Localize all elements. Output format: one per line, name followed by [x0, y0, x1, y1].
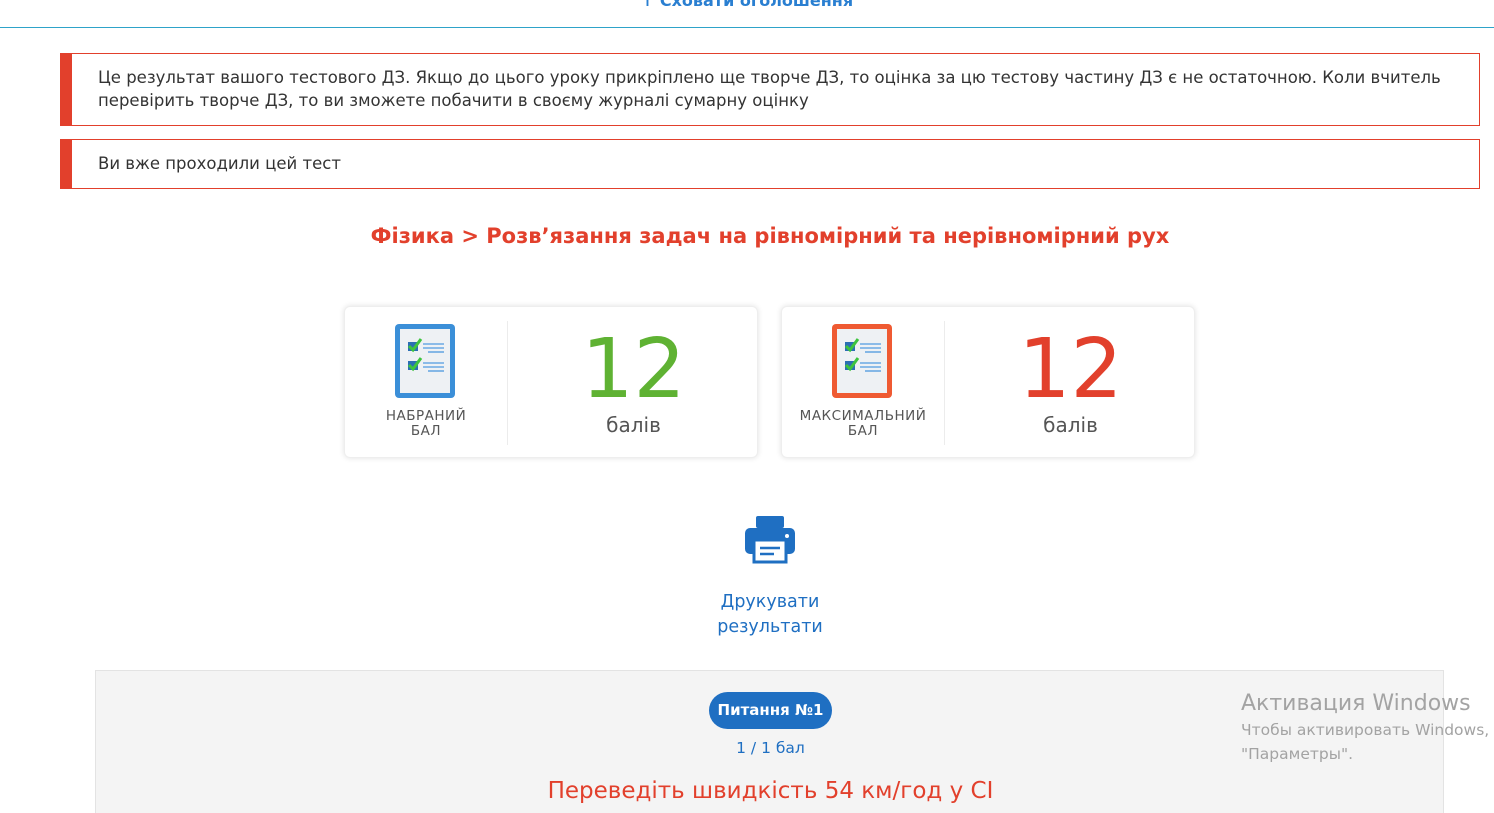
alert-text: Ви вже проходили цей тест: [98, 154, 341, 173]
score-label: МАКСИМАЛЬНИЙ БАЛ: [799, 408, 927, 439]
checklist-red-icon: [832, 324, 892, 398]
score-label: НАБРАНИЙ БАЛ: [385, 408, 467, 439]
score-value: 12: [1018, 322, 1123, 417]
score-value-column: 12 балів: [508, 307, 759, 459]
earned-score-card: НАБРАНИЙ БАЛ 12 балів: [344, 306, 758, 458]
print-results-button[interactable]: Друкувати результати: [700, 510, 840, 640]
alert-text: Це результат вашого тестового ДЗ. Якщо д…: [98, 68, 1441, 110]
watermark-line: "Параметры".: [1241, 745, 1354, 763]
question-number-badge: Питання №1: [709, 692, 832, 729]
print-results-label: Друкувати результати: [717, 592, 823, 637]
checklist-blue-icon: [395, 324, 455, 398]
page-title: Фізика > Розв’язання задач на рівномірни…: [370, 224, 1170, 248]
windows-activation-watermark: Активация Windows Чтобы активировать Win…: [1241, 690, 1494, 766]
question-text: Переведіть швидкість 54 км/год у СІ: [547, 778, 994, 804]
top-strip: ↑ Сховати оголошення: [0, 0, 1494, 28]
score-value: 12: [581, 322, 686, 417]
score-value-column: 12 балів: [945, 307, 1196, 459]
score-icon-column: МАКСИМАЛЬНИЙ БАЛ: [782, 307, 944, 459]
max-score-card: МАКСИМАЛЬНИЙ БАЛ 12 балів: [781, 306, 1195, 458]
watermark-title: Активация Windows: [1241, 691, 1471, 716]
alert-homework-result: Це результат вашого тестового ДЗ. Якщо д…: [60, 53, 1480, 126]
hide-ads-link[interactable]: ↑ Сховати оголошення: [0, 0, 1494, 10]
score-icon-column: НАБРАНИЙ БАЛ: [345, 307, 507, 459]
alert-already-passed: Ви вже проходили цей тест: [60, 139, 1480, 189]
printer-icon: [745, 516, 795, 564]
score-unit: балів: [1043, 413, 1098, 437]
watermark-line: Чтобы активировать Windows,: [1241, 721, 1490, 739]
score-unit: балів: [606, 413, 661, 437]
